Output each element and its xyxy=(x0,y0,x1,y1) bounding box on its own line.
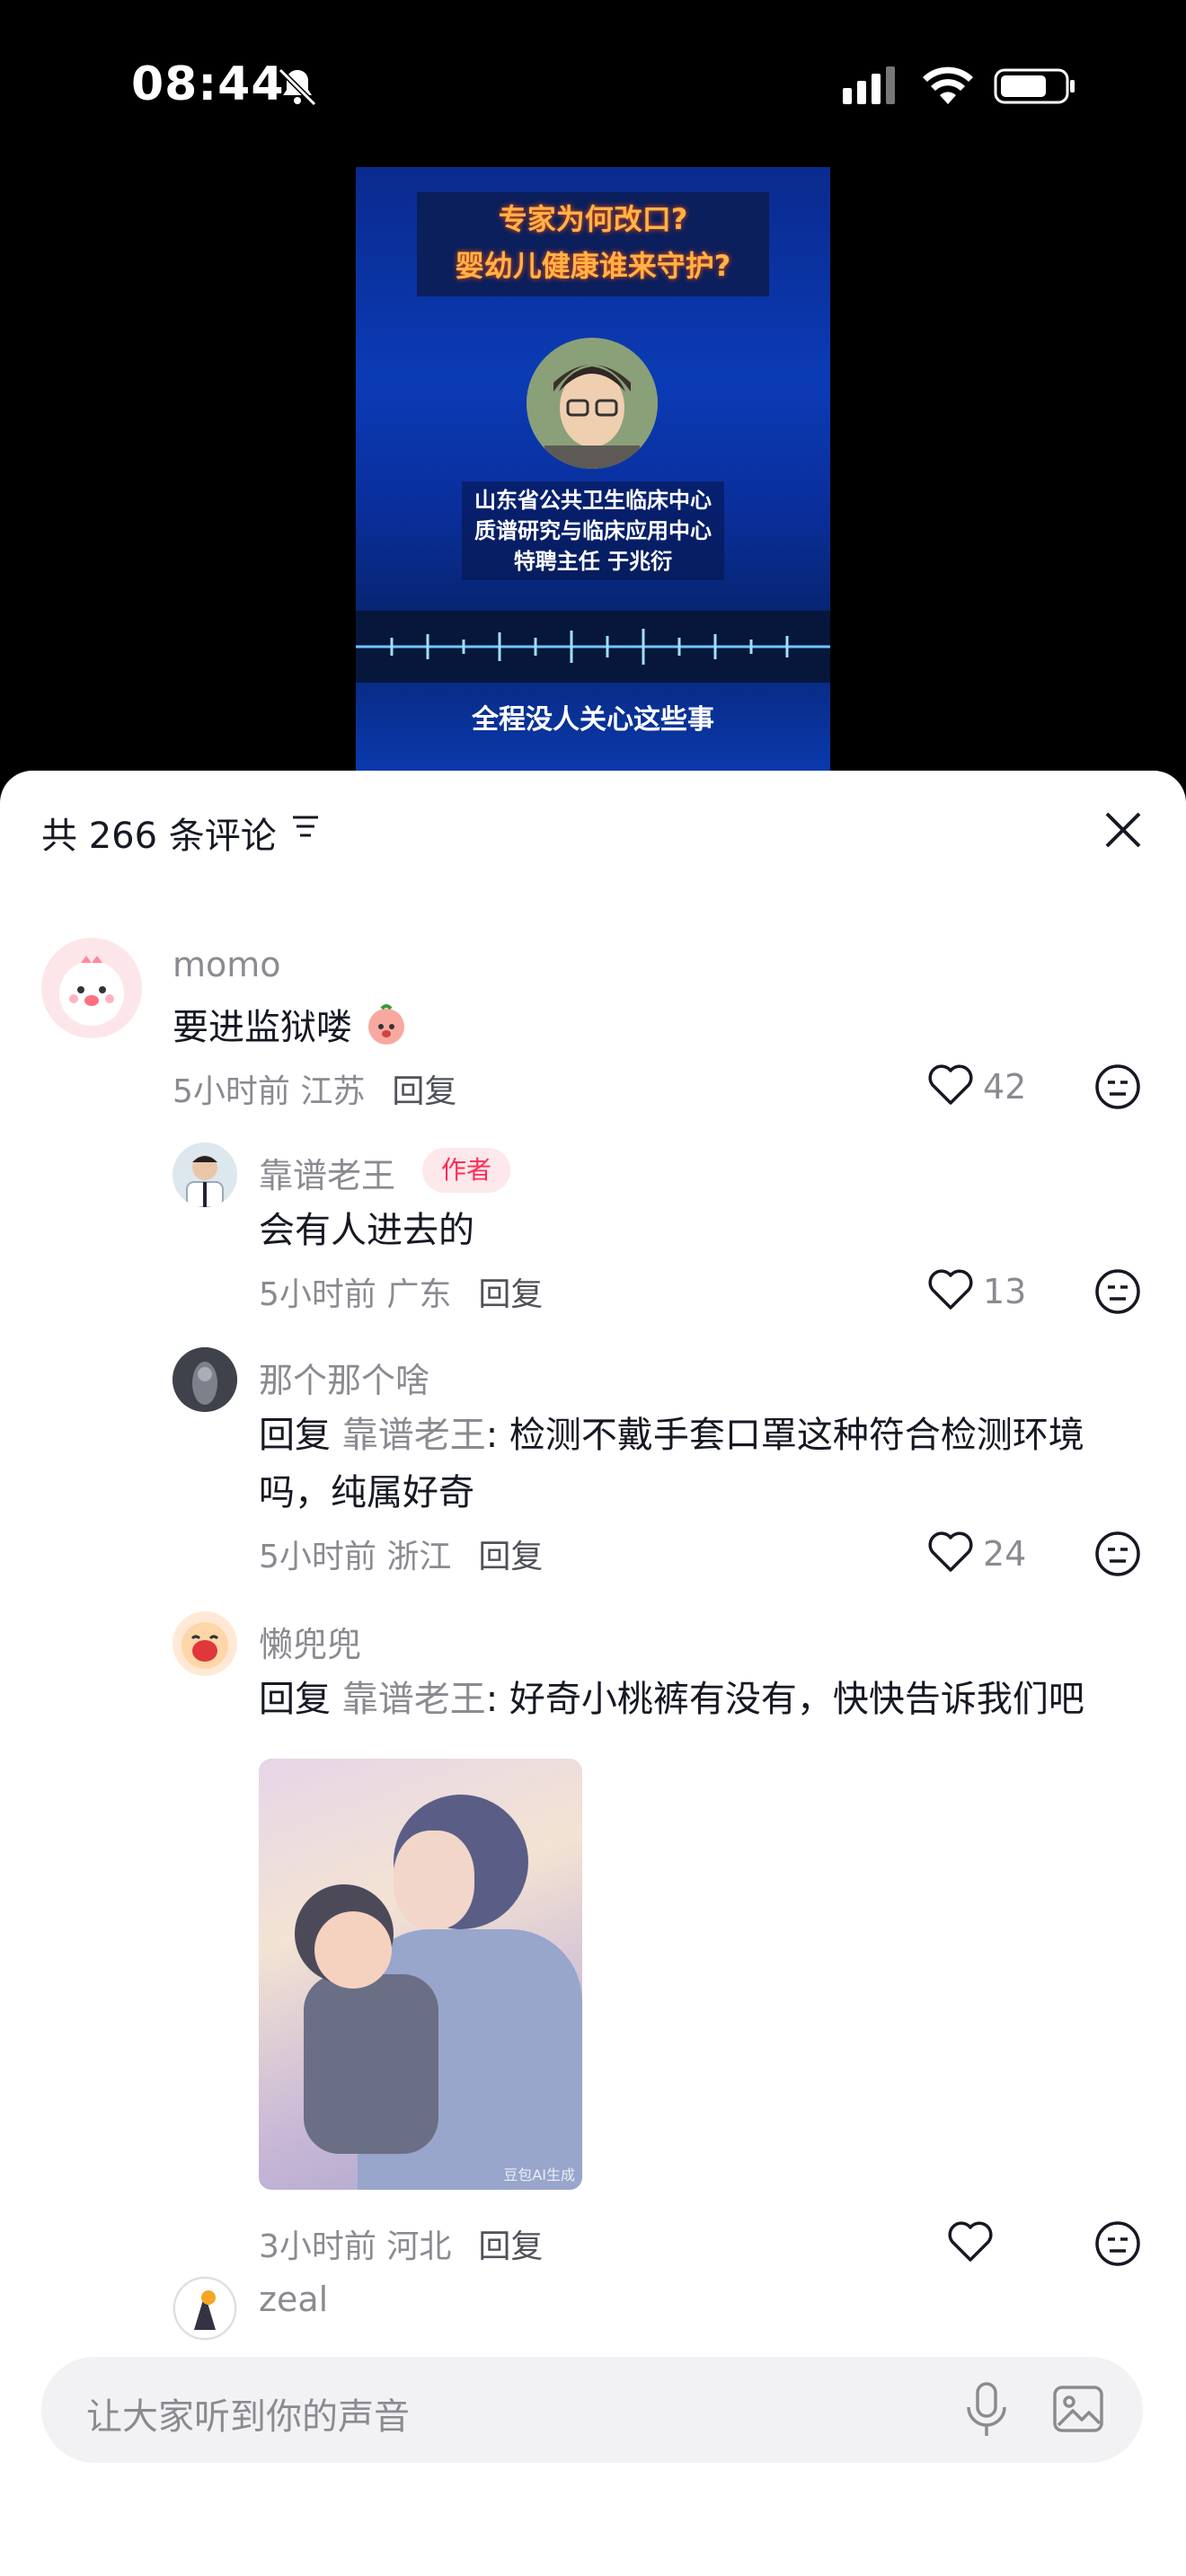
emoji-sticker-icon xyxy=(367,1004,404,1045)
comment-meta: 5小时前 广东 回复 xyxy=(259,1276,544,1313)
comment-username[interactable]: zeal xyxy=(259,2280,328,2319)
like-count: 42 xyxy=(983,1067,1027,1107)
comment-meta: 5小时前 江苏 回复 xyxy=(173,1073,457,1110)
bell-muted-icon xyxy=(278,67,317,107)
comment-text: 回复 靠谱老王: 检测不戴手套口罩这种符合检测环境 吗，纯属好奇 xyxy=(259,1415,1084,1513)
wifi-icon xyxy=(923,66,973,104)
video-title-card: 专家为何改口? 婴幼儿健康谁来守护? xyxy=(417,192,769,296)
image-watermark: 豆包AI生成 xyxy=(503,2166,575,2183)
avatar[interactable] xyxy=(173,2276,237,2341)
comment-text: 回复 靠谱老王: 好奇小桃裤有没有，快快告诉我们吧 xyxy=(259,1679,1084,1720)
image-picker-icon[interactable] xyxy=(1051,2382,1105,2436)
audio-waveform xyxy=(356,611,830,683)
heart-icon[interactable] xyxy=(925,1060,976,1110)
close-icon[interactable] xyxy=(1100,807,1146,853)
comment-meta: 5小时前 浙江 回复 xyxy=(259,1539,544,1575)
heart-icon[interactable] xyxy=(945,2217,996,2267)
reply-to-username[interactable]: 靠谱老王 xyxy=(342,1415,486,1456)
sort-filter-icon[interactable] xyxy=(289,810,322,842)
video-title-line2: 婴幼儿健康谁来守护? xyxy=(455,249,731,283)
avatar[interactable] xyxy=(173,1347,237,1412)
video-player[interactable]: 专家为何改口? 婴幼儿健康谁来守护? 山东省公共卫生临床中心 质谱研究与临床应用… xyxy=(356,167,830,778)
heart-icon[interactable] xyxy=(925,1527,976,1577)
heart-icon[interactable] xyxy=(925,1265,976,1315)
video-subtitle: 全程没人关心这些事 xyxy=(472,704,714,736)
dislike-face-icon[interactable] xyxy=(1093,1266,1143,1317)
like-count: 24 xyxy=(983,1534,1027,1574)
expert-portrait xyxy=(527,338,658,469)
comments-count-title: 共 266 条评论 xyxy=(41,816,277,857)
comment-text: 会有人进去的 xyxy=(259,1210,474,1251)
video-title-line1: 专家为何改口? xyxy=(498,202,688,236)
comment-username[interactable]: momo xyxy=(173,945,281,984)
comment-username[interactable]: 靠谱老王 xyxy=(259,1148,395,1197)
reply-button[interactable]: 回复 xyxy=(478,1539,543,1575)
microphone-icon[interactable] xyxy=(961,2380,1012,2439)
comment-input-placeholder: 让大家听到你的声音 xyxy=(86,2396,410,2438)
comment-image[interactable]: 豆包AI生成 xyxy=(259,1759,582,2190)
status-bar: 08:44 xyxy=(0,0,1186,171)
comment-username[interactable]: 懒兜兜 xyxy=(259,1617,361,1666)
avatar[interactable] xyxy=(173,1611,237,1676)
reply-to-username[interactable]: 靠谱老王 xyxy=(342,1679,486,1720)
author-badge: 作者 xyxy=(422,1148,510,1193)
avatar[interactable] xyxy=(173,1142,237,1207)
dislike-face-icon[interactable] xyxy=(1093,1529,1143,1579)
reply-button[interactable]: 回复 xyxy=(478,1276,543,1313)
comment-username[interactable]: 那个那个啥 xyxy=(259,1353,429,1402)
signal-icon xyxy=(843,66,895,104)
dislike-face-icon[interactable] xyxy=(1093,1062,1143,1112)
status-time: 08:44 xyxy=(131,57,285,111)
reply-button[interactable]: 回复 xyxy=(478,2228,543,2265)
reply-button[interactable]: 回复 xyxy=(392,1073,456,1110)
like-count: 13 xyxy=(983,1272,1027,1311)
battery-icon xyxy=(994,68,1075,104)
dislike-face-icon[interactable] xyxy=(1093,2219,1143,2269)
video-org-caption: 山东省公共卫生临床中心 质谱研究与临床应用中心 特聘主任 于兆衍 xyxy=(462,481,724,580)
comments-sheet: 共 266 条评论 momo 要进监狱喽 5小时前 江苏 回复 42 靠谱老王 … xyxy=(0,771,1186,2576)
comment-meta: 3小时前 河北 回复 xyxy=(259,2228,544,2265)
avatar[interactable] xyxy=(41,938,142,1038)
comment-text: 要进监狱喽 xyxy=(173,999,409,1056)
